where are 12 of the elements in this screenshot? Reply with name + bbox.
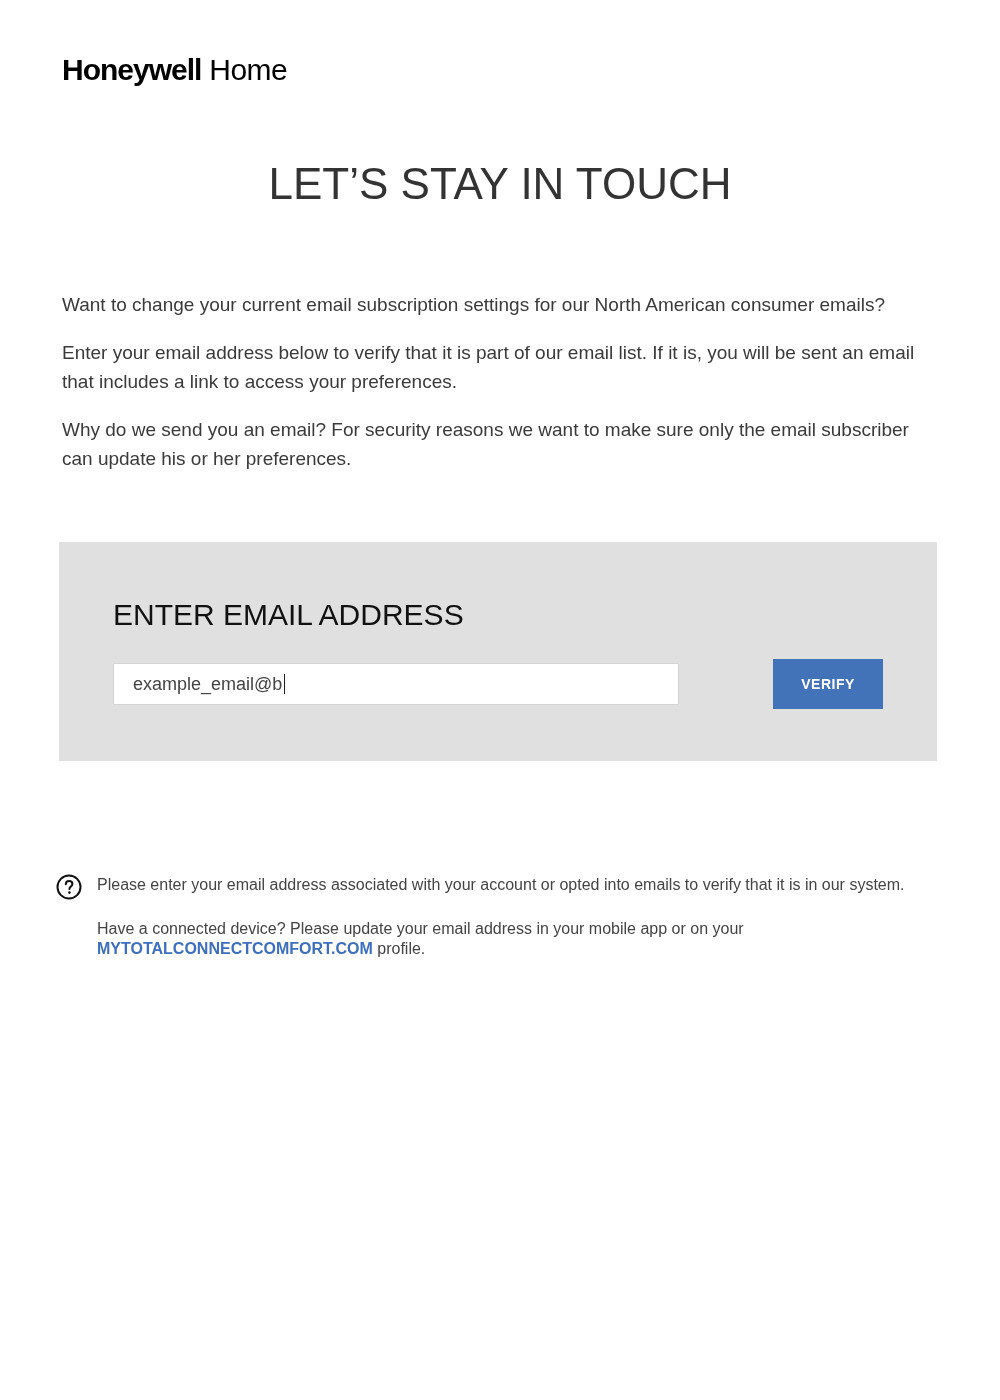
intro-paragraph: Why do we send you an email? For security reasons we want to make sure only the email subscriber can update his or her preferences. xyxy=(62,418,910,471)
help-icon xyxy=(56,874,82,900)
help-text: Please enter your email address associated with your account or opted into emails to verify that it is in our system. xyxy=(97,875,905,895)
page-title: LET’S STAY IN TOUCH xyxy=(267,158,733,210)
intro-paragraph: Want to change your current email subscription settings for our North American consumer emails? xyxy=(62,293,886,317)
website-link[interactable]: MYTOTALCONNECTCOMFORT.COM xyxy=(97,940,373,957)
brand-logo: Honeywell Home xyxy=(62,52,288,88)
email-input-field[interactable]: example_email@b xyxy=(113,663,679,705)
verify-button[interactable]: VERIFY xyxy=(773,659,883,709)
intro-paragraph: Enter your email address below to verify that it is part of our email list. If it is, you will be sent an email that includes a link to access your preferences. xyxy=(62,341,916,394)
form-heading: ENTER EMAIL ADDRESS xyxy=(113,598,465,632)
connected-device-text: Have a connected device? Please update your email address in your mobile app or on your MYTOTALCONNECTCOMFORT.COM profile. xyxy=(97,919,745,959)
